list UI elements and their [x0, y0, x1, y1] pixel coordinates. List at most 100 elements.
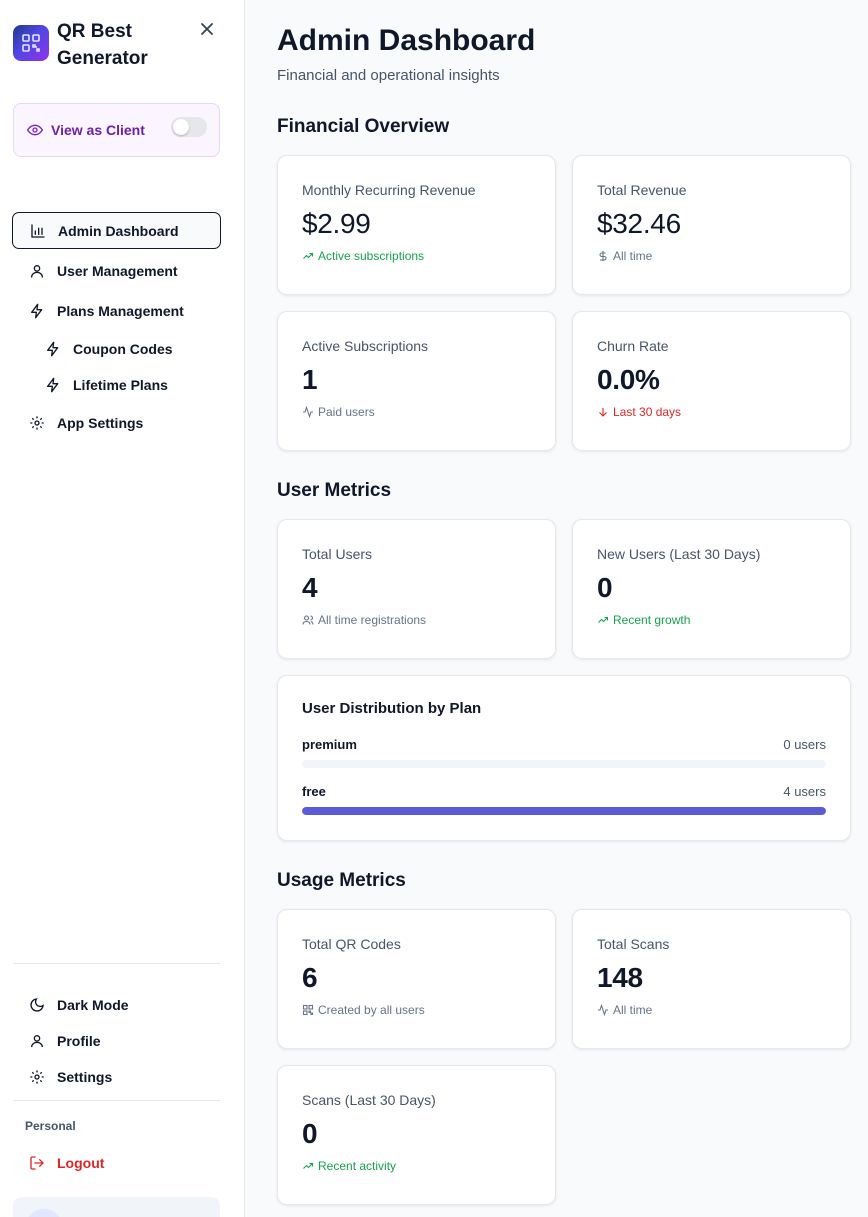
plan-name: premium	[302, 737, 357, 752]
card-note-text: Recent growth	[613, 613, 691, 627]
logout-icon	[29, 1155, 45, 1171]
activity-icon	[302, 406, 314, 418]
plan-count: 0 users	[783, 737, 826, 752]
card-note: All time	[597, 249, 826, 263]
user-icon	[29, 1033, 45, 1049]
nav-item-profile[interactable]: Profile	[12, 1024, 221, 1057]
dark-mode-toggle[interactable]: Dark Mode	[12, 988, 221, 1021]
card-note: Paid users	[302, 405, 531, 419]
card-value: 1	[302, 364, 318, 395]
card-note: Active subscriptions	[302, 249, 531, 263]
close-sidebar-button[interactable]	[196, 18, 218, 40]
card-value: $2.99	[302, 208, 371, 239]
card-note-text: All time	[613, 249, 653, 263]
card-note-text: Created by all users	[318, 1003, 425, 1017]
distribution-row-free: free 4 users	[302, 784, 826, 815]
user-distribution-card: User Distribution by Plan premium 0 user…	[277, 675, 851, 841]
arrow-down-icon	[597, 406, 609, 418]
qr-code-icon	[302, 1004, 314, 1016]
financial-heading: Financial Overview	[277, 116, 450, 137]
user-icon	[29, 263, 45, 279]
card-note: All time	[597, 1003, 826, 1017]
card-note-text: Paid users	[318, 405, 375, 419]
trending-up-icon	[302, 250, 314, 262]
mrr-card: Monthly Recurring Revenue $2.99 Active s…	[277, 155, 556, 295]
nav-item-label: Dark Mode	[57, 996, 129, 1013]
card-title: Total Users	[302, 546, 373, 562]
card-note: Recent growth	[597, 613, 826, 627]
nav-item-settings[interactable]: Settings	[12, 1060, 221, 1093]
section-label-personal: Personal	[25, 1119, 76, 1133]
switch-knob	[173, 119, 189, 135]
user-metrics-heading: User Metrics	[277, 480, 392, 501]
usage-metrics-heading: Usage Metrics	[277, 870, 406, 891]
close-icon	[201, 23, 213, 35]
card-note-text: All time	[613, 1003, 653, 1017]
card-title: New Users (Last 30 Days)	[597, 546, 761, 562]
card-note-text: All time registrations	[318, 613, 427, 627]
moon-icon	[29, 997, 45, 1013]
user-card[interactable]	[13, 1197, 220, 1217]
card-note: Recent activity	[302, 1159, 531, 1173]
card-note-text: Active subscriptions	[318, 249, 425, 263]
card-note: Last 30 days	[597, 405, 826, 419]
qr-logo-icon	[13, 25, 49, 61]
nav-item-plans-management[interactable]: Plans Management	[12, 292, 221, 329]
lightning-icon	[45, 341, 61, 357]
card-title: Total Revenue	[597, 182, 687, 198]
lightning-icon	[45, 377, 61, 393]
card-note-text: Recent activity	[318, 1159, 397, 1173]
view-as-client-label: View as Client	[51, 122, 145, 138]
plan-name: free	[302, 784, 326, 799]
recent-scans-card: Scans (Last 30 Days) 0 Recent activity	[277, 1065, 556, 1205]
card-title: Total QR Codes	[302, 936, 401, 952]
sidebar: QR Best Generator View as Client Admin D…	[0, 0, 245, 1217]
brand[interactable]: QR Best Generator	[13, 18, 177, 72]
bar-chart-icon	[30, 223, 46, 239]
nav-item-label: Settings	[57, 1068, 113, 1085]
plan-progress-fill	[302, 807, 826, 815]
card-note: Created by all users	[302, 1003, 531, 1017]
distribution-row-premium: premium 0 users	[302, 737, 826, 768]
total-qr-codes-card: Total QR Codes 6 Created by all users	[277, 909, 556, 1049]
bottom-nav: Dark Mode Profile Settings	[12, 988, 221, 1096]
total-revenue-card: Total Revenue $32.46 All time	[572, 155, 851, 295]
trending-up-icon	[302, 1160, 314, 1172]
logout-button[interactable]: Logout	[12, 1146, 221, 1179]
gear-icon	[29, 415, 45, 431]
nav-item-label: Admin Dashboard	[58, 222, 179, 239]
plan-progress-bar	[302, 807, 826, 815]
client-switch[interactable]	[171, 117, 207, 137]
view-as-client-toggle[interactable]: View as Client	[13, 103, 220, 157]
card-note: All time registrations	[302, 613, 531, 627]
nav-item-app-settings[interactable]: App Settings	[12, 404, 221, 441]
card-value: 0	[302, 1118, 318, 1149]
app-name: QR Best Generator	[57, 21, 148, 69]
total-users-card: Total Users 4 All time registrations	[277, 519, 556, 659]
divider	[13, 963, 220, 964]
activity-icon	[597, 1004, 609, 1016]
logout-label: Logout	[57, 1154, 105, 1171]
card-note-text: Last 30 days	[613, 405, 682, 419]
active-subscriptions-card: Active Subscriptions 1 Paid users	[277, 311, 556, 451]
nav-item-lifetime-plans[interactable]: Lifetime Plans	[12, 368, 221, 401]
card-value: $32.46	[597, 208, 681, 239]
lightning-icon	[29, 303, 45, 319]
card-value: 0.0%	[597, 364, 660, 395]
divider	[13, 1100, 220, 1101]
gear-icon	[29, 1069, 45, 1085]
card-title: Total Scans	[597, 936, 670, 952]
plan-progress-bar	[302, 760, 826, 768]
nav-item-label: Profile	[57, 1032, 101, 1049]
page-title: Admin Dashboard	[277, 24, 536, 57]
card-value: 148	[597, 962, 643, 993]
nav-item-user-management[interactable]: User Management	[12, 252, 221, 289]
card-title: Active Subscriptions	[302, 338, 429, 354]
card-value: 4	[302, 572, 318, 603]
eye-icon	[27, 124, 43, 136]
avatar	[25, 1209, 63, 1217]
nav-item-admin-dashboard[interactable]: Admin Dashboard	[12, 212, 221, 249]
nav-item-label: User Management	[57, 262, 178, 279]
nav-item-coupon-codes[interactable]: Coupon Codes	[12, 332, 221, 365]
card-title: Churn Rate	[597, 338, 669, 354]
